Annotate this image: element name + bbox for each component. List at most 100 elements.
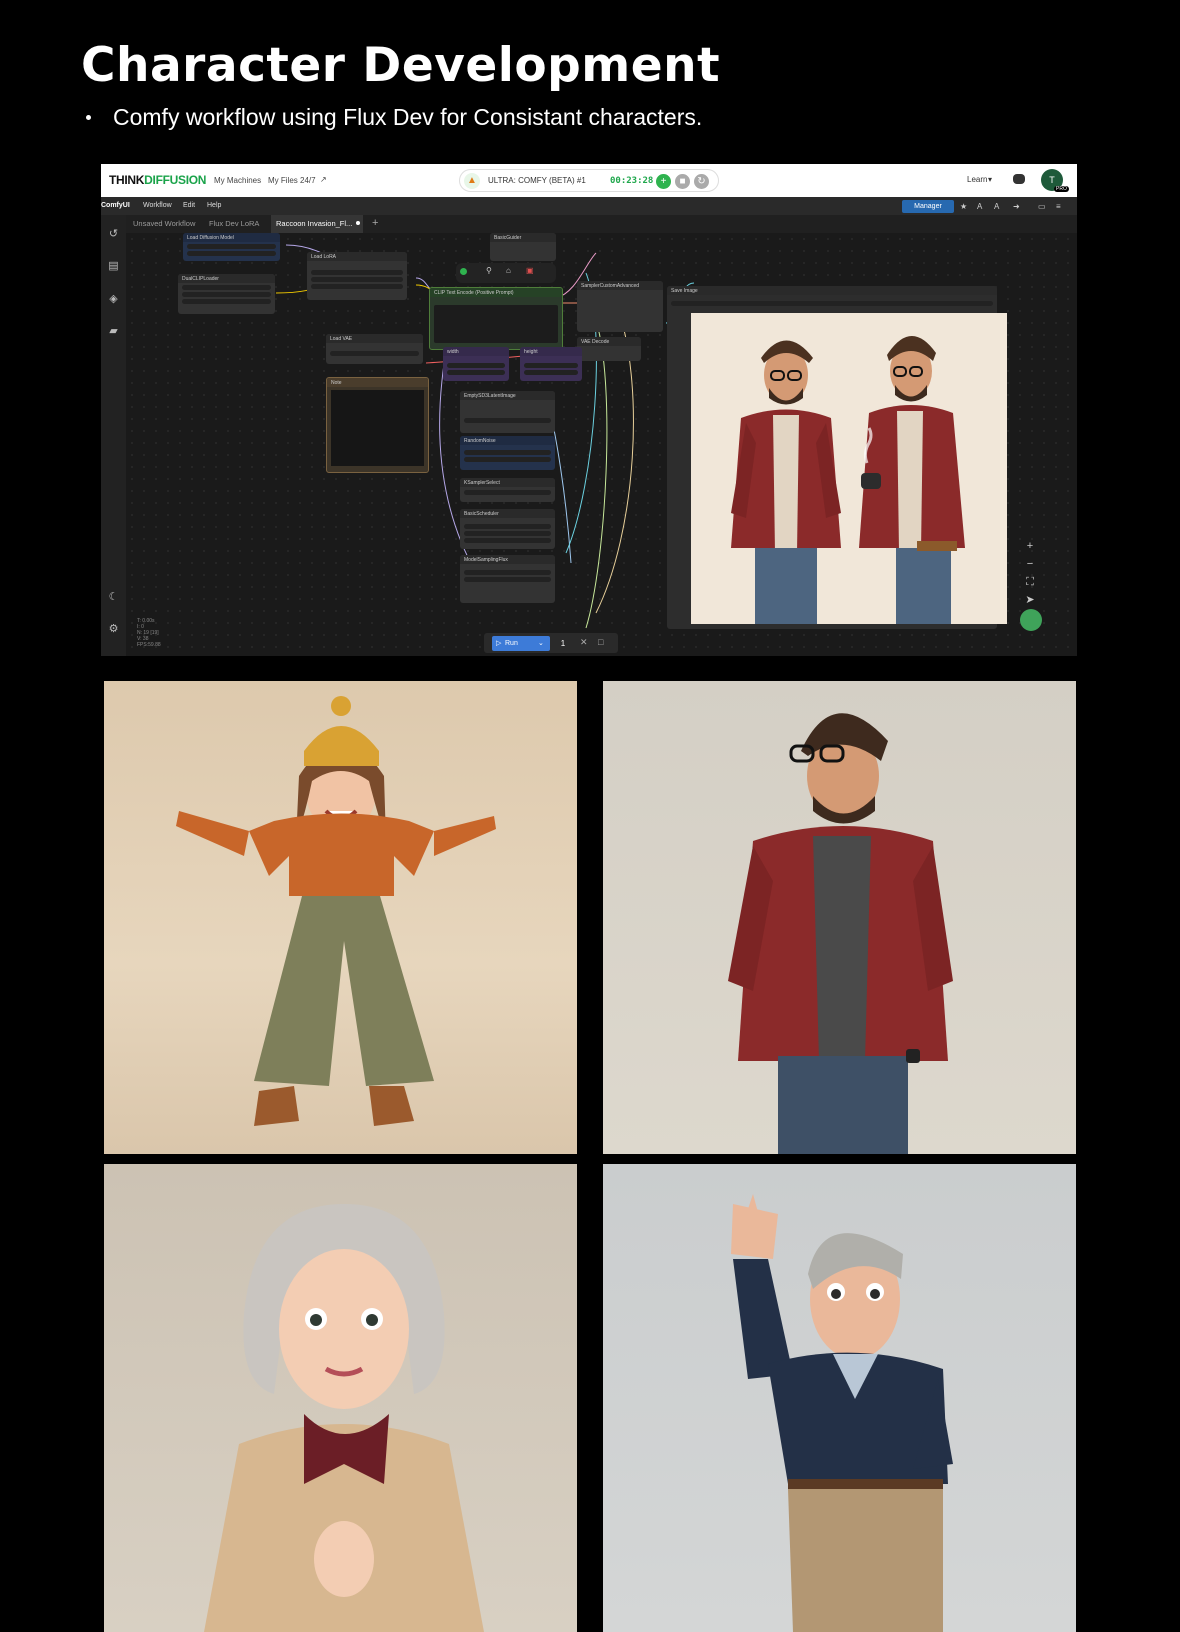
menu-workflow[interactable]: Workflow bbox=[143, 202, 172, 209]
node-empty-latent-image[interactable]: EmptySD3LatentImage bbox=[460, 391, 555, 433]
brand-prefix: THINK bbox=[109, 173, 145, 187]
man-flannel-illustration bbox=[728, 713, 953, 1154]
cancel-icon[interactable]: ✕ bbox=[580, 637, 588, 648]
node-vae-decode[interactable]: VAE Decode bbox=[577, 337, 641, 361]
node-clip-text-encode[interactable]: CLIP Text Encode (Positive Prompt) bbox=[429, 287, 563, 350]
fit-icon[interactable]: ⛶ bbox=[1021, 573, 1039, 591]
character-woman-beanie bbox=[104, 681, 577, 1154]
character-man-flannel bbox=[603, 681, 1076, 1154]
run-toolbar: ▷ Run ⌄ 1 ✕ □ bbox=[484, 633, 618, 653]
slide-title: Character Development bbox=[81, 38, 721, 93]
learn-menu[interactable]: Learn bbox=[967, 175, 987, 184]
library-icon[interactable]: ▤ bbox=[107, 260, 120, 273]
share-icon[interactable]: ➜ bbox=[1013, 202, 1023, 213]
delete-icon[interactable]: ▣ bbox=[526, 266, 534, 275]
bypass-icon[interactable]: ⌂ bbox=[506, 266, 511, 275]
node-title: BasicGuider bbox=[490, 233, 556, 242]
node-basic-guider[interactable]: BasicGuider bbox=[490, 233, 556, 261]
older-woman-illustration bbox=[204, 1204, 484, 1632]
history-icon[interactable]: ↺ bbox=[107, 228, 120, 241]
pin-icon[interactable]: ⚲ bbox=[486, 266, 492, 275]
comfyui-screenshot: THINKDIFFUSION My Machines My Files 24/7… bbox=[101, 164, 1077, 656]
node-title: Load VAE bbox=[326, 334, 423, 343]
brand-suffix: IFFUSION bbox=[152, 173, 207, 187]
nav-my-files[interactable]: My Files 24/7 bbox=[268, 176, 316, 185]
hamburger-icon[interactable]: ≡ bbox=[1056, 202, 1066, 213]
menu-help[interactable]: Help bbox=[207, 202, 221, 209]
thinkdiffusion-topbar: THINKDIFFUSION My Machines My Files 24/7… bbox=[101, 164, 1077, 197]
node-sampler-custom-advanced[interactable]: SamplerCustomAdvanced bbox=[577, 281, 663, 332]
manager-label: Manager bbox=[914, 203, 942, 210]
bullet-dot bbox=[86, 115, 91, 120]
zoom-in-icon[interactable]: + bbox=[1021, 537, 1039, 555]
chevron-down-icon[interactable]: ⌄ bbox=[538, 636, 544, 651]
node-title: Save Image bbox=[667, 286, 997, 295]
navigate-icon[interactable]: ➤ bbox=[1021, 591, 1039, 609]
node-title: DualCLIPLoader bbox=[178, 274, 275, 283]
comfy-sidebar: ↺ ▤ ◈ ▰ ☾ ⚙ bbox=[101, 215, 126, 656]
character-older-woman bbox=[104, 1164, 577, 1632]
preview-image bbox=[691, 313, 1007, 624]
nav-my-machines[interactable]: My Machines bbox=[214, 176, 261, 185]
node-width[interactable]: width bbox=[443, 347, 509, 381]
menu-comfyui[interactable]: ComfyUI bbox=[101, 202, 130, 209]
manager-button[interactable]: Manager bbox=[902, 200, 954, 213]
session-timer: 00:23:28 bbox=[610, 176, 654, 186]
stat-fps: FPS:59.88 bbox=[137, 642, 161, 648]
translate-alt-icon[interactable]: A bbox=[994, 202, 1004, 213]
folder-icon[interactable]: ▰ bbox=[107, 325, 120, 338]
panel-icon[interactable]: ▭ bbox=[1038, 202, 1048, 213]
node-note[interactable]: Note bbox=[326, 377, 429, 473]
moon-icon[interactable]: ☾ bbox=[107, 591, 120, 604]
add-time-icon[interactable]: + bbox=[656, 174, 671, 189]
preview-illustration bbox=[691, 313, 1007, 624]
tab-unsaved-workflow[interactable]: Unsaved Workflow bbox=[128, 215, 200, 233]
node-title: RandomNoise bbox=[460, 436, 555, 445]
node-title: width bbox=[443, 347, 509, 356]
node-title: Load Diffusion Model bbox=[183, 233, 280, 242]
cube-icon[interactable]: ◈ bbox=[107, 293, 120, 306]
node-load-lora[interactable]: Load LoRA bbox=[307, 252, 407, 300]
character-older-man bbox=[603, 1164, 1076, 1632]
run-button[interactable]: ▷ Run ⌄ bbox=[492, 636, 550, 651]
node-toolbar[interactable]: ⚲ ⌂ ▣ bbox=[456, 263, 556, 283]
node-random-noise[interactable]: RandomNoise bbox=[460, 436, 555, 470]
discord-icon[interactable] bbox=[1013, 174, 1025, 184]
star-icon[interactable]: ★ bbox=[960, 202, 970, 213]
queue-icon[interactable] bbox=[1020, 609, 1042, 631]
woman-beanie-illustration bbox=[176, 696, 496, 1126]
stop-icon[interactable]: ■ bbox=[675, 174, 690, 189]
menu-edit[interactable]: Edit bbox=[183, 202, 195, 209]
node-height[interactable]: height bbox=[520, 347, 582, 381]
node-title: height bbox=[520, 347, 582, 356]
slide-bullet-text: Comfy workflow using Flux Dev for Consis… bbox=[113, 104, 703, 130]
node-load-vae[interactable]: Load VAE bbox=[326, 334, 423, 364]
perf-stats: T: 0.00s I: 0 N: 19 [19] V: 38 FPS:59.88 bbox=[137, 618, 161, 648]
stop-square-icon[interactable]: □ bbox=[598, 637, 603, 647]
zoom-out-icon[interactable]: − bbox=[1021, 555, 1039, 573]
settings-icon[interactable]: ⚙ bbox=[107, 623, 120, 636]
restart-icon[interactable]: ↻ bbox=[694, 174, 709, 189]
node-title: SamplerCustomAdvanced bbox=[577, 281, 663, 290]
run-label: Run bbox=[505, 640, 518, 647]
node-title: CLIP Text Encode (Positive Prompt) bbox=[430, 288, 562, 297]
translate-icon[interactable]: A bbox=[977, 202, 987, 213]
node-dualcliploader[interactable]: DualCLIPLoader bbox=[178, 274, 275, 314]
node-model-sampling-flux[interactable]: ModelSamplingFlux bbox=[460, 555, 555, 603]
older-man-illustration bbox=[731, 1194, 953, 1632]
node-canvas[interactable]: Load Diffusion Model DualCLIPLoader Load… bbox=[126, 233, 1077, 656]
brand-logo[interactable]: THINKDIFFUSION bbox=[109, 173, 206, 187]
tab-raccoon-invasion[interactable]: Raccoon Invasion_Fl... bbox=[271, 215, 363, 233]
add-tab-icon[interactable]: + bbox=[372, 217, 378, 229]
node-basic-scheduler[interactable]: BasicScheduler bbox=[460, 509, 555, 549]
tab-flux-dev-lora[interactable]: Flux Dev LoRA bbox=[204, 215, 264, 233]
machine-name: ULTRA: COMFY (BETA) #1 bbox=[488, 176, 586, 185]
run-count-input[interactable]: 1 bbox=[554, 636, 572, 651]
play-icon: ▷ bbox=[496, 640, 502, 647]
node-ksampler-select[interactable]: KSamplerSelect bbox=[460, 478, 555, 502]
chevron-down-icon: ▾ bbox=[988, 175, 993, 184]
node-load-diffusion-model[interactable]: Load Diffusion Model bbox=[183, 233, 280, 261]
comfy-menubar: ComfyUI Workflow Edit Help Manager ★ A A… bbox=[101, 197, 1077, 215]
node-title: Note bbox=[327, 378, 428, 387]
workflow-tabs: Unsaved Workflow Flux Dev LoRA Raccoon I… bbox=[126, 215, 1077, 233]
